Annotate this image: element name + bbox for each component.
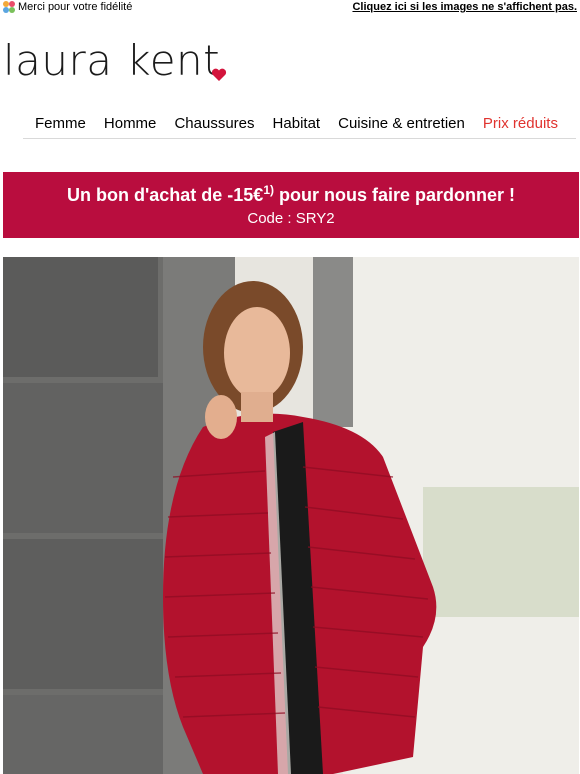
promo-code: Code : SRY2 [247, 210, 335, 227]
heart-icon [211, 68, 227, 81]
nav-item-homme[interactable]: Homme [104, 115, 157, 132]
nav-item-chaussures[interactable]: Chaussures [174, 115, 254, 132]
promo-footnote: 1) [263, 183, 274, 197]
hero-image[interactable] [3, 257, 579, 774]
greeting: Merci pour votre fidélité [3, 1, 132, 13]
greeting-text: Merci pour votre fidélité [18, 1, 133, 13]
nav-item-habitat[interactable]: Habitat [273, 115, 321, 132]
nav-item-femme[interactable]: Femme [35, 115, 86, 132]
promo-title: Un bon d'achat de -15€1) pour nous faire… [3, 183, 579, 206]
nav-item-cuisine[interactable]: Cuisine & entretien [338, 115, 465, 132]
promo-title-end: pour nous faire pardonner ! [273, 185, 515, 205]
view-images-link[interactable]: Cliquez ici si les images ne s'affichent… [352, 1, 577, 13]
main-nav: Femme Homme Chaussures Habitat Cuisine &… [23, 115, 576, 139]
hero-photo-jacket [3, 257, 579, 774]
promo-title-main: Un bon d'achat de -15€ [67, 185, 264, 205]
nav-item-prix-reduits[interactable]: Prix réduits [483, 115, 558, 132]
flower-icon [3, 1, 15, 13]
top-bar: Merci pour votre fidélité Cliquez ici si… [0, 0, 580, 16]
logo-text: laura kent [3, 36, 221, 85]
brand-logo[interactable]: laura kent [3, 40, 227, 90]
promo-banner[interactable]: Un bon d'achat de -15€1) pour nous faire… [3, 172, 579, 238]
